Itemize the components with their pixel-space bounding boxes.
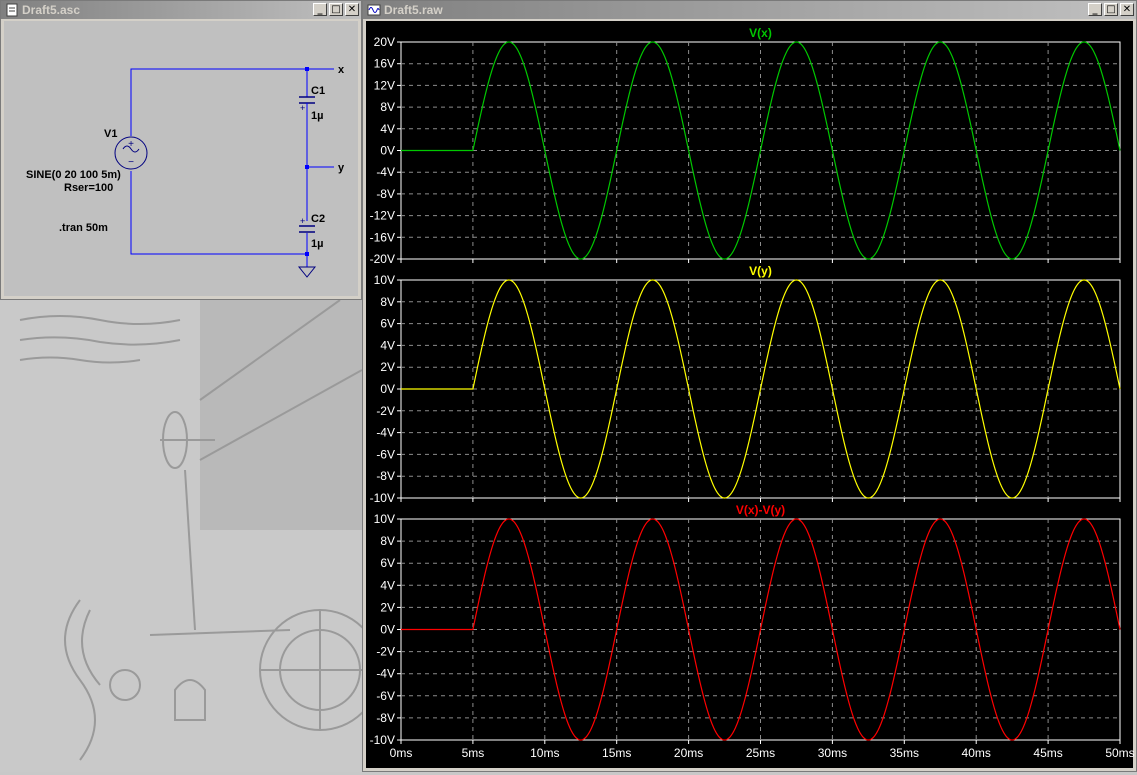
- x-tick-label: 20ms: [674, 746, 703, 760]
- y-tick-label: 4V: [380, 338, 395, 352]
- y-tick-label: 2V: [380, 360, 395, 374]
- junction-x: [305, 67, 309, 71]
- waveform-document-icon: [367, 4, 381, 16]
- x-tick-label: 10ms: [530, 746, 559, 760]
- waveform-plots[interactable]: 20V 16V 12V 8V 4V 0V -4V -8V -12V -16V -20V V(x) 10V…: [366, 21, 1135, 770]
- y-tick-label: -2V: [376, 645, 395, 659]
- y-tick-label: 12V: [374, 78, 395, 92]
- y-tick-label: 2V: [380, 600, 395, 614]
- y-tick-label: 16V: [374, 57, 395, 71]
- y-tick-label: 6V: [380, 556, 395, 570]
- voltage-source-v1-symbol[interactable]: + −: [114, 136, 148, 170]
- schematic-document-icon: [6, 3, 18, 17]
- c1-plus-sign: +: [300, 103, 305, 113]
- junction-y: [305, 165, 309, 169]
- net-label-x[interactable]: x: [338, 64, 345, 76]
- x-tick-label: 15ms: [602, 746, 631, 760]
- y-tick-label: 10V: [374, 512, 395, 526]
- v1-name-label[interactable]: V1: [104, 128, 117, 140]
- c2-name-label[interactable]: C2: [311, 213, 325, 225]
- y-tick-label: -6V: [376, 689, 395, 703]
- y-tick-label: -4V: [376, 426, 395, 440]
- y-tick-label: 20V: [374, 35, 395, 49]
- schematic-drawing[interactable]: + − + + V1 SINE(0 20 100 5m) Rser=100 .t…: [4, 21, 358, 297]
- plot-title-1[interactable]: V(x): [749, 26, 772, 40]
- schematic-close-button[interactable]: ✕: [345, 3, 359, 16]
- plot-title-2[interactable]: V(y): [749, 264, 772, 278]
- net-label-y[interactable]: y: [338, 162, 345, 174]
- schematic-window[interactable]: Draft5.asc _ □ ✕ + − + + V1 SINE(0 20 10…: [0, 0, 362, 300]
- y-tick-label: -16V: [370, 230, 395, 244]
- x-tick-label: 45ms: [1033, 746, 1062, 760]
- tran-directive-label[interactable]: .tran 50m: [59, 222, 108, 234]
- y-tick-label: 10V: [374, 273, 395, 287]
- wire-top[interactable]: [130, 68, 308, 97]
- plot-pane-2[interactable]: 10V 8V 6V 4V 2V 0V -2V -4V -6V -8V -10V V(y): [370, 264, 1121, 505]
- svg-text:+: +: [128, 139, 134, 150]
- y-tick-label: -8V: [376, 187, 395, 201]
- y-tick-label: -8V: [376, 469, 395, 483]
- y-tick-label: -20V: [370, 252, 395, 266]
- y-tick-label: -6V: [376, 447, 395, 461]
- junction-ground: [305, 252, 309, 256]
- c1-name-label[interactable]: C1: [311, 85, 325, 97]
- v1-value-label[interactable]: SINE(0 20 100 5m): [26, 169, 121, 181]
- plot-pane-1[interactable]: 20V 16V 12V 8V 4V 0V -4V -8V -12V -16V -20V V(x): [370, 26, 1121, 266]
- y-tick-label: -4V: [376, 667, 395, 681]
- y-tick-label: 0V: [380, 144, 395, 158]
- schematic-maximize-button[interactable]: □: [329, 3, 343, 16]
- waveform-window-titlebar[interactable]: Draft5.raw _ □ ✕: [363, 1, 1136, 19]
- y-tick-label: 4V: [380, 122, 395, 136]
- schematic-window-title: Draft5.asc: [22, 3, 81, 17]
- schematic-window-titlebar[interactable]: Draft5.asc _ □ ✕: [1, 1, 361, 19]
- plot-title-3[interactable]: V(x)-V(y): [736, 503, 785, 517]
- wire-left-lower[interactable]: [130, 171, 307, 255]
- y-tick-label: 0V: [380, 623, 395, 637]
- x-tick-label: 35ms: [890, 746, 919, 760]
- schematic-minimize-button[interactable]: _: [313, 3, 327, 16]
- waveform-maximize-button[interactable]: □: [1104, 3, 1118, 16]
- waveform-minimize-button[interactable]: _: [1088, 3, 1102, 16]
- y-tick-label: -10V: [370, 491, 395, 505]
- schematic-canvas[interactable]: + − + + V1 SINE(0 20 100 5m) Rser=100 .t…: [4, 21, 358, 296]
- x-tick-label: 25ms: [746, 746, 775, 760]
- c2-plus-sign: +: [300, 216, 305, 226]
- waveform-window[interactable]: Draft5.raw _ □ ✕ 20V 16V 12V 8V 4V 0V -4V -8V -1…: [362, 0, 1137, 772]
- waveform-plot-area[interactable]: 20V 16V 12V 8V 4V 0V -4V -8V -12V -16V -20V V(x) 10V…: [366, 21, 1135, 770]
- background-sketch-image: [0, 300, 362, 772]
- x-tick-label: 50ms: [1105, 746, 1134, 760]
- y-tick-label: 4V: [380, 578, 395, 592]
- waveform-window-title: Draft5.raw: [384, 3, 443, 17]
- x-tick-label: 5ms: [462, 746, 485, 760]
- y-tick-label: 8V: [380, 295, 395, 309]
- x-tick-label: 0ms: [390, 746, 413, 760]
- y-tick-label: 6V: [380, 317, 395, 331]
- plot-pane-3[interactable]: 10V 8V 6V 4V 2V 0V -2V -4V -6V -8V -10V V(x)-V(y): [370, 503, 1121, 747]
- c2-value-label[interactable]: 1µ: [311, 238, 323, 250]
- x-tick-label: 30ms: [818, 746, 847, 760]
- svg-text:−: −: [128, 157, 134, 168]
- ground-symbol[interactable]: [297, 266, 317, 278]
- y-tick-label: 8V: [380, 100, 395, 114]
- y-tick-label: 8V: [380, 534, 395, 548]
- y-tick-label: -4V: [376, 165, 395, 179]
- y-tick-label: -10V: [370, 733, 395, 747]
- y-tick-label: -12V: [370, 209, 395, 223]
- x-tick-label: 40ms: [962, 746, 991, 760]
- waveform-close-button[interactable]: ✕: [1120, 3, 1134, 16]
- c1-value-label[interactable]: 1µ: [311, 110, 323, 122]
- y-tick-label: -2V: [376, 404, 395, 418]
- y-tick-label: -8V: [376, 711, 395, 725]
- v1-rser-label[interactable]: Rser=100: [64, 182, 113, 194]
- capacitor-c2-symbol[interactable]: [299, 225, 315, 233]
- y-tick-label: 0V: [380, 382, 395, 396]
